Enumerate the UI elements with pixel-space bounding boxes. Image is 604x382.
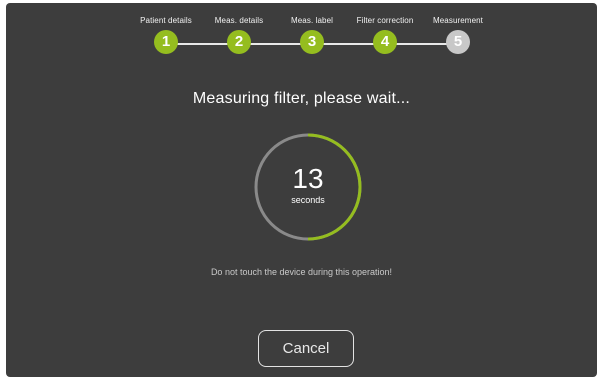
step-label: Filter correction — [356, 16, 414, 25]
step-meas-label: Meas. label 3 — [272, 16, 352, 54]
step-label: Measurement — [432, 16, 483, 25]
timer-unit: seconds — [291, 195, 325, 205]
measurement-screen: Patient details 1 Meas. details 2 Meas. … — [6, 3, 597, 377]
warning-text: Do not touch the device during this oper… — [210, 267, 393, 277]
step-number: 4 — [373, 30, 397, 54]
step-number: 1 — [154, 30, 178, 54]
step-label: Meas. label — [290, 16, 333, 25]
step-measurement: Measurement 5 — [418, 16, 498, 54]
step-meas-details: Meas. details 2 — [199, 16, 279, 54]
step-number: 2 — [227, 30, 251, 54]
timer-value: 13 — [292, 163, 324, 194]
step-label: Meas. details — [214, 16, 264, 25]
step-filter-correction: Filter correction 4 — [345, 16, 425, 54]
step-number: 5 — [446, 30, 470, 54]
page-title: Measuring filter, please wait... — [192, 90, 411, 107]
progress-stepper: Patient details 1 Meas. details 2 Meas. … — [6, 3, 597, 63]
countdown-timer: 13 seconds — [253, 132, 363, 242]
step-number: 3 — [300, 30, 324, 54]
step-patient-details: Patient details 1 — [126, 16, 206, 54]
step-label: Patient details — [140, 16, 192, 25]
cancel-button[interactable]: Cancel — [258, 330, 354, 367]
